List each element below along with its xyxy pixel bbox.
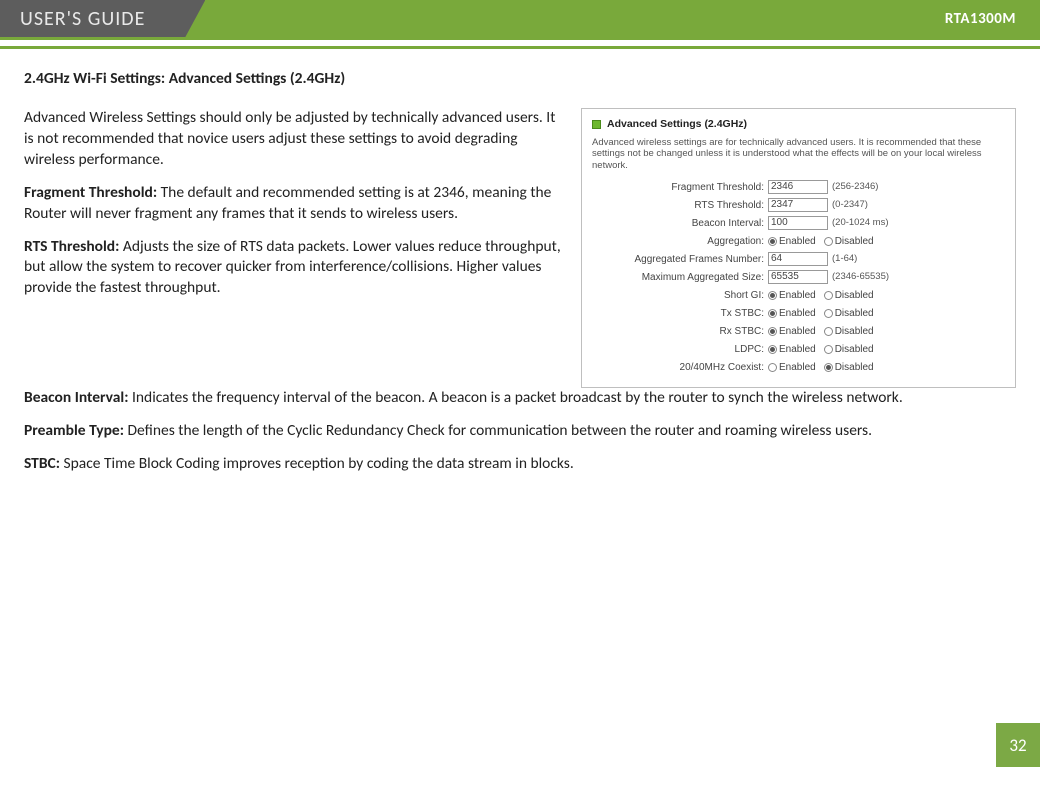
definition: Beacon Interval: Indicates the frequency… — [24, 388, 1016, 409]
ldpc-disabled-radio[interactable] — [824, 345, 833, 354]
max-aggregated-size-input[interactable]: 65535 — [768, 270, 828, 284]
radio-label: Disabled — [835, 235, 874, 249]
radio-label: Disabled — [835, 289, 874, 303]
radio-label: Enabled — [779, 289, 816, 303]
definition: STBC: Space Time Block Coding improves r… — [24, 454, 1016, 475]
header: USER'S GUIDE RTA1300M — [0, 0, 1040, 40]
form-row-sgi: Short GI: Enabled Disabled — [592, 287, 1005, 303]
rxstbc-enabled-radio[interactable] — [768, 327, 777, 336]
definition-term: STBC: — [24, 454, 60, 473]
intro-paragraph: Advanced Wireless Settings should only b… — [24, 108, 565, 171]
form-row-rxstbc: Rx STBC: Enabled Disabled — [592, 323, 1005, 339]
form-label: Aggregated Frames Number: — [592, 253, 768, 267]
form-row-txstbc: Tx STBC: Enabled Disabled — [592, 305, 1005, 321]
definition-text: Indicates the frequency interval of the … — [129, 388, 903, 407]
definition-term: RTS Threshold: — [24, 237, 119, 256]
square-icon — [592, 120, 601, 129]
form-label: 20/40MHz Coexist: — [592, 361, 768, 375]
txstbc-enabled-radio[interactable] — [768, 309, 777, 318]
form-label: Beacon Interval: — [592, 217, 768, 231]
aggregated-frames-input[interactable]: 64 — [768, 252, 828, 266]
header-title-right: RTA1300M — [945, 10, 1016, 28]
form-label: LDPC: — [592, 343, 768, 357]
beacon-interval-input[interactable]: 100 — [768, 216, 828, 230]
form-label: Rx STBC: — [592, 325, 768, 339]
form-hint: (0-2347) — [832, 199, 868, 212]
aggregation-disabled-radio[interactable] — [824, 237, 833, 246]
form-label: Tx STBC: — [592, 307, 768, 321]
rxstbc-disabled-radio[interactable] — [824, 327, 833, 336]
form-label: RTS Threshold: — [592, 199, 768, 213]
settings-panel: Advanced Settings (2.4GHz) Advanced wire… — [581, 108, 1016, 388]
form-hint: (256-2346) — [832, 181, 878, 194]
definition: Fragment Threshold: The default and reco… — [24, 183, 565, 225]
form-label: Fragment Threshold: — [592, 181, 768, 195]
radio-label: Enabled — [779, 235, 816, 249]
panel-description: Advanced wireless settings are for techn… — [592, 137, 1005, 171]
coexist-enabled-radio[interactable] — [768, 363, 777, 372]
definition-text: Space Time Block Coding improves recepti… — [60, 454, 574, 473]
panel-title-text: Advanced Settings (2.4GHz) — [607, 117, 747, 131]
radio-label: Disabled — [835, 325, 874, 339]
form-row-coexist: 20/40MHz Coexist: Enabled Disabled — [592, 359, 1005, 375]
coexist-disabled-radio[interactable] — [824, 363, 833, 372]
form-row-afn: Aggregated Frames Number: 64 (1-64) — [592, 251, 1005, 267]
form-label: Aggregation: — [592, 235, 768, 249]
form-hint: (1-64) — [832, 253, 857, 266]
definition: Preamble Type: Defines the length of the… — [24, 421, 1016, 442]
form-hint: (2346-65535) — [832, 271, 889, 284]
form-row-rts: RTS Threshold: 2347 (0-2347) — [592, 197, 1005, 213]
definition-term: Fragment Threshold: — [24, 183, 157, 202]
form-hint: (20-1024 ms) — [832, 217, 889, 230]
form-row-ldpc: LDPC: Enabled Disabled — [592, 341, 1005, 357]
content: 2.4GHz Wi-Fi Settings: Advanced Settings… — [0, 49, 1040, 475]
radio-label: Disabled — [835, 343, 874, 357]
sgi-enabled-radio[interactable] — [768, 291, 777, 300]
form-row-beacon: Beacon Interval: 100 (20-1024 ms) — [592, 215, 1005, 231]
radio-label: Enabled — [779, 325, 816, 339]
txstbc-disabled-radio[interactable] — [824, 309, 833, 318]
definition-term: Preamble Type: — [24, 421, 124, 440]
aggregation-enabled-radio[interactable] — [768, 237, 777, 246]
ldpc-enabled-radio[interactable] — [768, 345, 777, 354]
form-row-mas: Maximum Aggregated Size: 65535 (2346-655… — [592, 269, 1005, 285]
definition: RTS Threshold: Adjusts the size of RTS d… — [24, 237, 565, 300]
definition-text: Defines the length of the Cyclic Redunda… — [124, 421, 872, 440]
rts-threshold-input[interactable]: 2347 — [768, 198, 828, 212]
page-title: 2.4GHz Wi-Fi Settings: Advanced Settings… — [24, 69, 1016, 90]
form-row-aggregation: Aggregation: Enabled Disabled — [592, 233, 1005, 249]
radio-label: Disabled — [835, 361, 874, 375]
form-label: Maximum Aggregated Size: — [592, 271, 768, 285]
form-label: Short GI: — [592, 289, 768, 303]
page-number: 32 — [996, 723, 1040, 767]
sgi-disabled-radio[interactable] — [824, 291, 833, 300]
radio-label: Enabled — [779, 343, 816, 357]
panel-title: Advanced Settings (2.4GHz) — [592, 117, 1005, 131]
header-title-left: USER'S GUIDE — [0, 0, 205, 37]
radio-label: Disabled — [835, 307, 874, 321]
fragment-threshold-input[interactable]: 2346 — [768, 180, 828, 194]
form-row-fragment: Fragment Threshold: 2346 (256-2346) — [592, 179, 1005, 195]
radio-label: Enabled — [779, 307, 816, 321]
radio-label: Enabled — [779, 361, 816, 375]
definition-term: Beacon Interval: — [24, 388, 129, 407]
